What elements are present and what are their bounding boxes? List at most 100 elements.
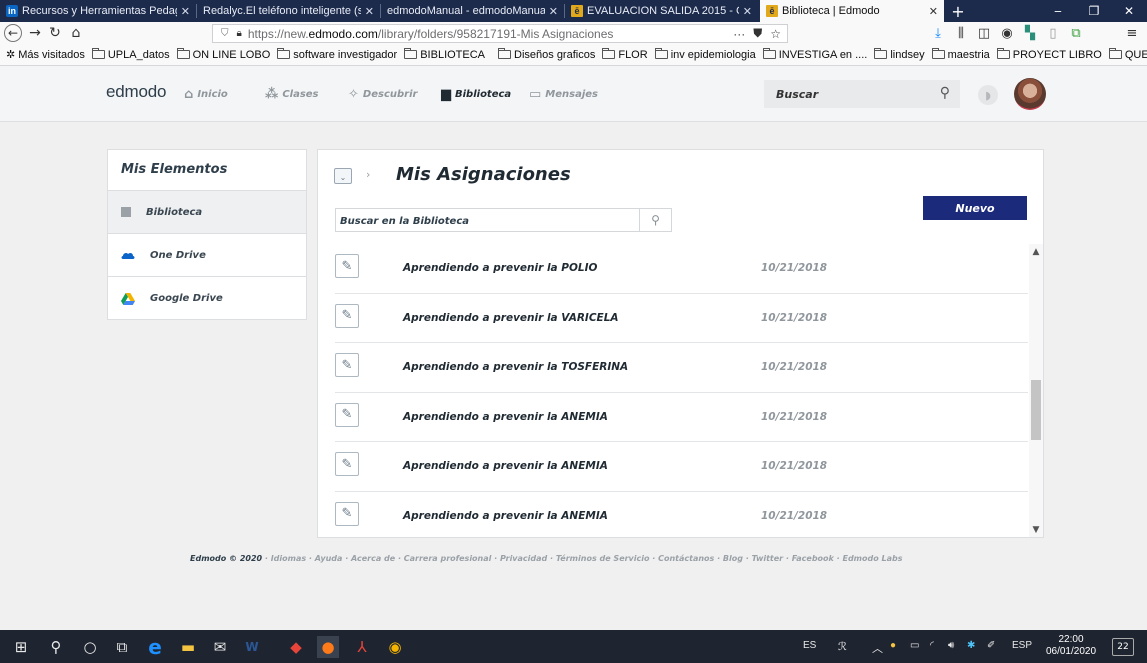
bookmark-folder[interactable]: PROYECT LIBRO <box>996 48 1102 61</box>
volume-icon[interactable]: 🔊︎ <box>948 640 954 651</box>
item-title[interactable]: Aprendiendo a prevenir la VARICELA <box>403 312 619 324</box>
item-title[interactable]: Aprendiendo a prevenir la ANEMIA <box>403 510 608 522</box>
file-explorer-icon[interactable]: ▬ <box>177 636 199 658</box>
bookmark-star-icon[interactable]: ☆ <box>770 27 781 41</box>
close-tab-icon[interactable]: ✕ <box>181 5 190 18</box>
library-search-input[interactable] <box>336 210 636 233</box>
bookmark-folder[interactable]: UPLA_datos <box>91 48 170 61</box>
extension-badge-icon[interactable]: ⧉ <box>1066 23 1086 43</box>
pen-icon[interactable]: ✐ <box>987 640 995 651</box>
search-icon[interactable]: ⚲ <box>639 209 671 231</box>
tab-edmodo-manual[interactable]: edmodoManual - edmodoManual ✕ <box>381 0 564 22</box>
footer-link[interactable]: Edmodo Labs <box>842 554 902 563</box>
address-bar[interactable]: ⛉ 🔒︎ https://new. edmodo.com/library/fold… <box>212 24 788 43</box>
back-arrow-icon[interactable]: ← <box>4 24 22 42</box>
footer-link[interactable]: Facebook <box>792 554 834 563</box>
avatar[interactable] <box>1014 78 1046 110</box>
extension-icon[interactable]: ▚ <box>1020 23 1040 43</box>
bookmark-folder[interactable]: lindsey <box>874 48 925 61</box>
close-tab-icon[interactable]: ✕ <box>549 5 558 18</box>
account-icon[interactable]: ◉ <box>997 23 1017 43</box>
bookmark-folder[interactable]: INVESTIGA en .... <box>762 48 867 61</box>
item-title[interactable]: Aprendiendo a prevenir la TOSFERINA <box>403 361 628 373</box>
close-tab-icon[interactable]: ✕ <box>743 5 752 18</box>
download-icon[interactable]: ⤓ <box>928 23 948 43</box>
nav-biblioteca[interactable]: ▆ Biblioteca <box>441 87 511 102</box>
footer-link[interactable]: Contáctanos <box>658 554 714 563</box>
bookmark-folder[interactable]: ON LINE LOBO <box>176 48 270 61</box>
nav-mensajes[interactable]: ▭ Mensajes <box>529 87 598 102</box>
list-item[interactable]: ✎ Aprendiendo a prevenir la TOSFERINA 10… <box>335 343 1028 393</box>
tray-chevron-up-icon[interactable]: ︿ <box>872 640 883 656</box>
pocket-icon[interactable]: ⛊ <box>753 26 762 41</box>
scroll-down-icon[interactable]: ▼ <box>1029 522 1043 537</box>
keyboard-layout[interactable]: ESP <box>1012 640 1032 651</box>
maximize-icon[interactable]: ❐ <box>1076 0 1112 22</box>
menu-icon[interactable]: ≡ <box>1122 23 1142 43</box>
tab-recursos[interactable]: in Recursos y Herramientas Pedag ✕ <box>0 0 196 22</box>
footer-link[interactable]: Ayuda <box>315 554 343 563</box>
sidebar-item-one-drive[interactable]: One Drive <box>108 234 306 277</box>
list-scrollbar[interactable]: ▲ ▼ <box>1029 244 1043 537</box>
word-icon[interactable]: W <box>241 636 263 658</box>
list-item[interactable]: ✎ Aprendiendo a prevenir la ANEMIA 10/21… <box>335 393 1028 442</box>
windows-start-icon[interactable]: ⊞ <box>10 636 32 658</box>
new-button[interactable]: Nuevo <box>923 196 1027 220</box>
bookmark-folder[interactable]: QUE PASO <box>1108 48 1147 61</box>
system-clock[interactable]: 22:00 06/01/2020 <box>1040 634 1102 658</box>
home-icon[interactable]: ⌂ <box>66 23 86 43</box>
bluetooth-icon[interactable]: ✱ <box>967 640 975 651</box>
minimize-icon[interactable]: ‒ <box>1040 0 1076 22</box>
search-icon[interactable]: ⚲ <box>940 85 950 101</box>
sidebar-icon[interactable]: ◫ <box>974 23 994 43</box>
bookmark-folder[interactable]: BIBLIOTECA <box>404 48 485 61</box>
firefox-icon[interactable]: ● <box>317 636 339 658</box>
edge-icon[interactable]: e <box>144 635 166 659</box>
library-icon[interactable]: ⫼ <box>951 23 971 43</box>
scroll-up-icon[interactable]: ▲ <box>1029 244 1043 260</box>
chrome-icon[interactable]: ◉ <box>384 636 406 658</box>
edmodo-logo[interactable]: edmodo <box>106 82 166 102</box>
people-icon[interactable]: ℛ <box>838 640 847 653</box>
task-view-icon[interactable]: ⧉ <box>111 636 133 658</box>
acrobat-icon[interactable]: ⅄ <box>351 636 373 658</box>
bookmark-folder[interactable]: inv epidemiologia <box>654 48 756 61</box>
cortana-icon[interactable]: ○ <box>79 636 101 658</box>
item-title[interactable]: Aprendiendo a prevenir la ANEMIA <box>403 460 608 472</box>
footer-link[interactable]: Twitter <box>752 554 784 563</box>
footer-link[interactable]: Privacidad <box>500 554 547 563</box>
folder-dropdown-icon[interactable]: ⌄ <box>334 168 352 184</box>
footer-link[interactable]: Idiomas <box>271 554 306 563</box>
footer-link[interactable]: Carrera profesional <box>404 554 492 563</box>
bookmark-mas-visitados[interactable]: ✲ Más visitados <box>6 48 85 62</box>
bookmark-folder[interactable]: FLOR <box>602 48 648 61</box>
new-tab-button[interactable]: + <box>947 0 969 22</box>
list-item[interactable]: ✎ Aprendiendo a prevenir la ANEMIA 10/21… <box>335 442 1028 492</box>
bookmark-folder[interactable]: Diseños graficos <box>498 48 595 61</box>
sidebar-item-google-drive[interactable]: Google Drive <box>108 277 306 320</box>
close-window-icon[interactable]: ✕ <box>1111 0 1147 22</box>
language-indicator[interactable]: ES <box>803 640 816 651</box>
sidebar-item-biblioteca[interactable]: Biblioteca <box>108 191 306 234</box>
list-item[interactable]: ✎ Aprendiendo a prevenir la POLIO 10/21/… <box>335 244 1028 294</box>
reader-icon[interactable]: ▯ <box>1043 23 1063 43</box>
footer-link[interactable]: Acerca de <box>351 554 395 563</box>
tab-biblioteca-edmodo[interactable]: ē Biblioteca | Edmodo ✕ <box>760 0 944 22</box>
list-item[interactable]: ✎ Aprendiendo a prevenir la ANEMIA 10/21… <box>335 492 1028 538</box>
scrollbar-thumb[interactable] <box>1031 380 1041 440</box>
global-search-input[interactable] <box>764 81 924 107</box>
footer-link[interactable]: Blog <box>723 554 743 563</box>
footer-link[interactable]: Términos de Servicio <box>556 554 650 563</box>
bookmark-folder[interactable]: maestria <box>931 48 990 61</box>
bookmark-folder[interactable]: software investigador <box>277 48 397 61</box>
page-actions-icon[interactable]: ··· <box>733 27 745 41</box>
nav-inicio[interactable]: ⌂ Inicio <box>184 87 228 102</box>
tray-app-icon[interactable]: ● <box>890 640 896 651</box>
mail-icon[interactable]: ✉ <box>209 636 231 658</box>
tab-evaluacion[interactable]: ē EVALUACION SALIDA 2015 - C/ ✕ <box>565 0 758 22</box>
close-tab-icon[interactable]: ✕ <box>365 5 374 18</box>
item-title[interactable]: Aprendiendo a prevenir la ANEMIA <box>403 411 608 423</box>
battery-icon[interactable]: ▭ <box>910 640 919 651</box>
security-app-icon[interactable]: ◆ <box>285 636 307 658</box>
wifi-icon[interactable]: ◜ <box>930 640 934 651</box>
